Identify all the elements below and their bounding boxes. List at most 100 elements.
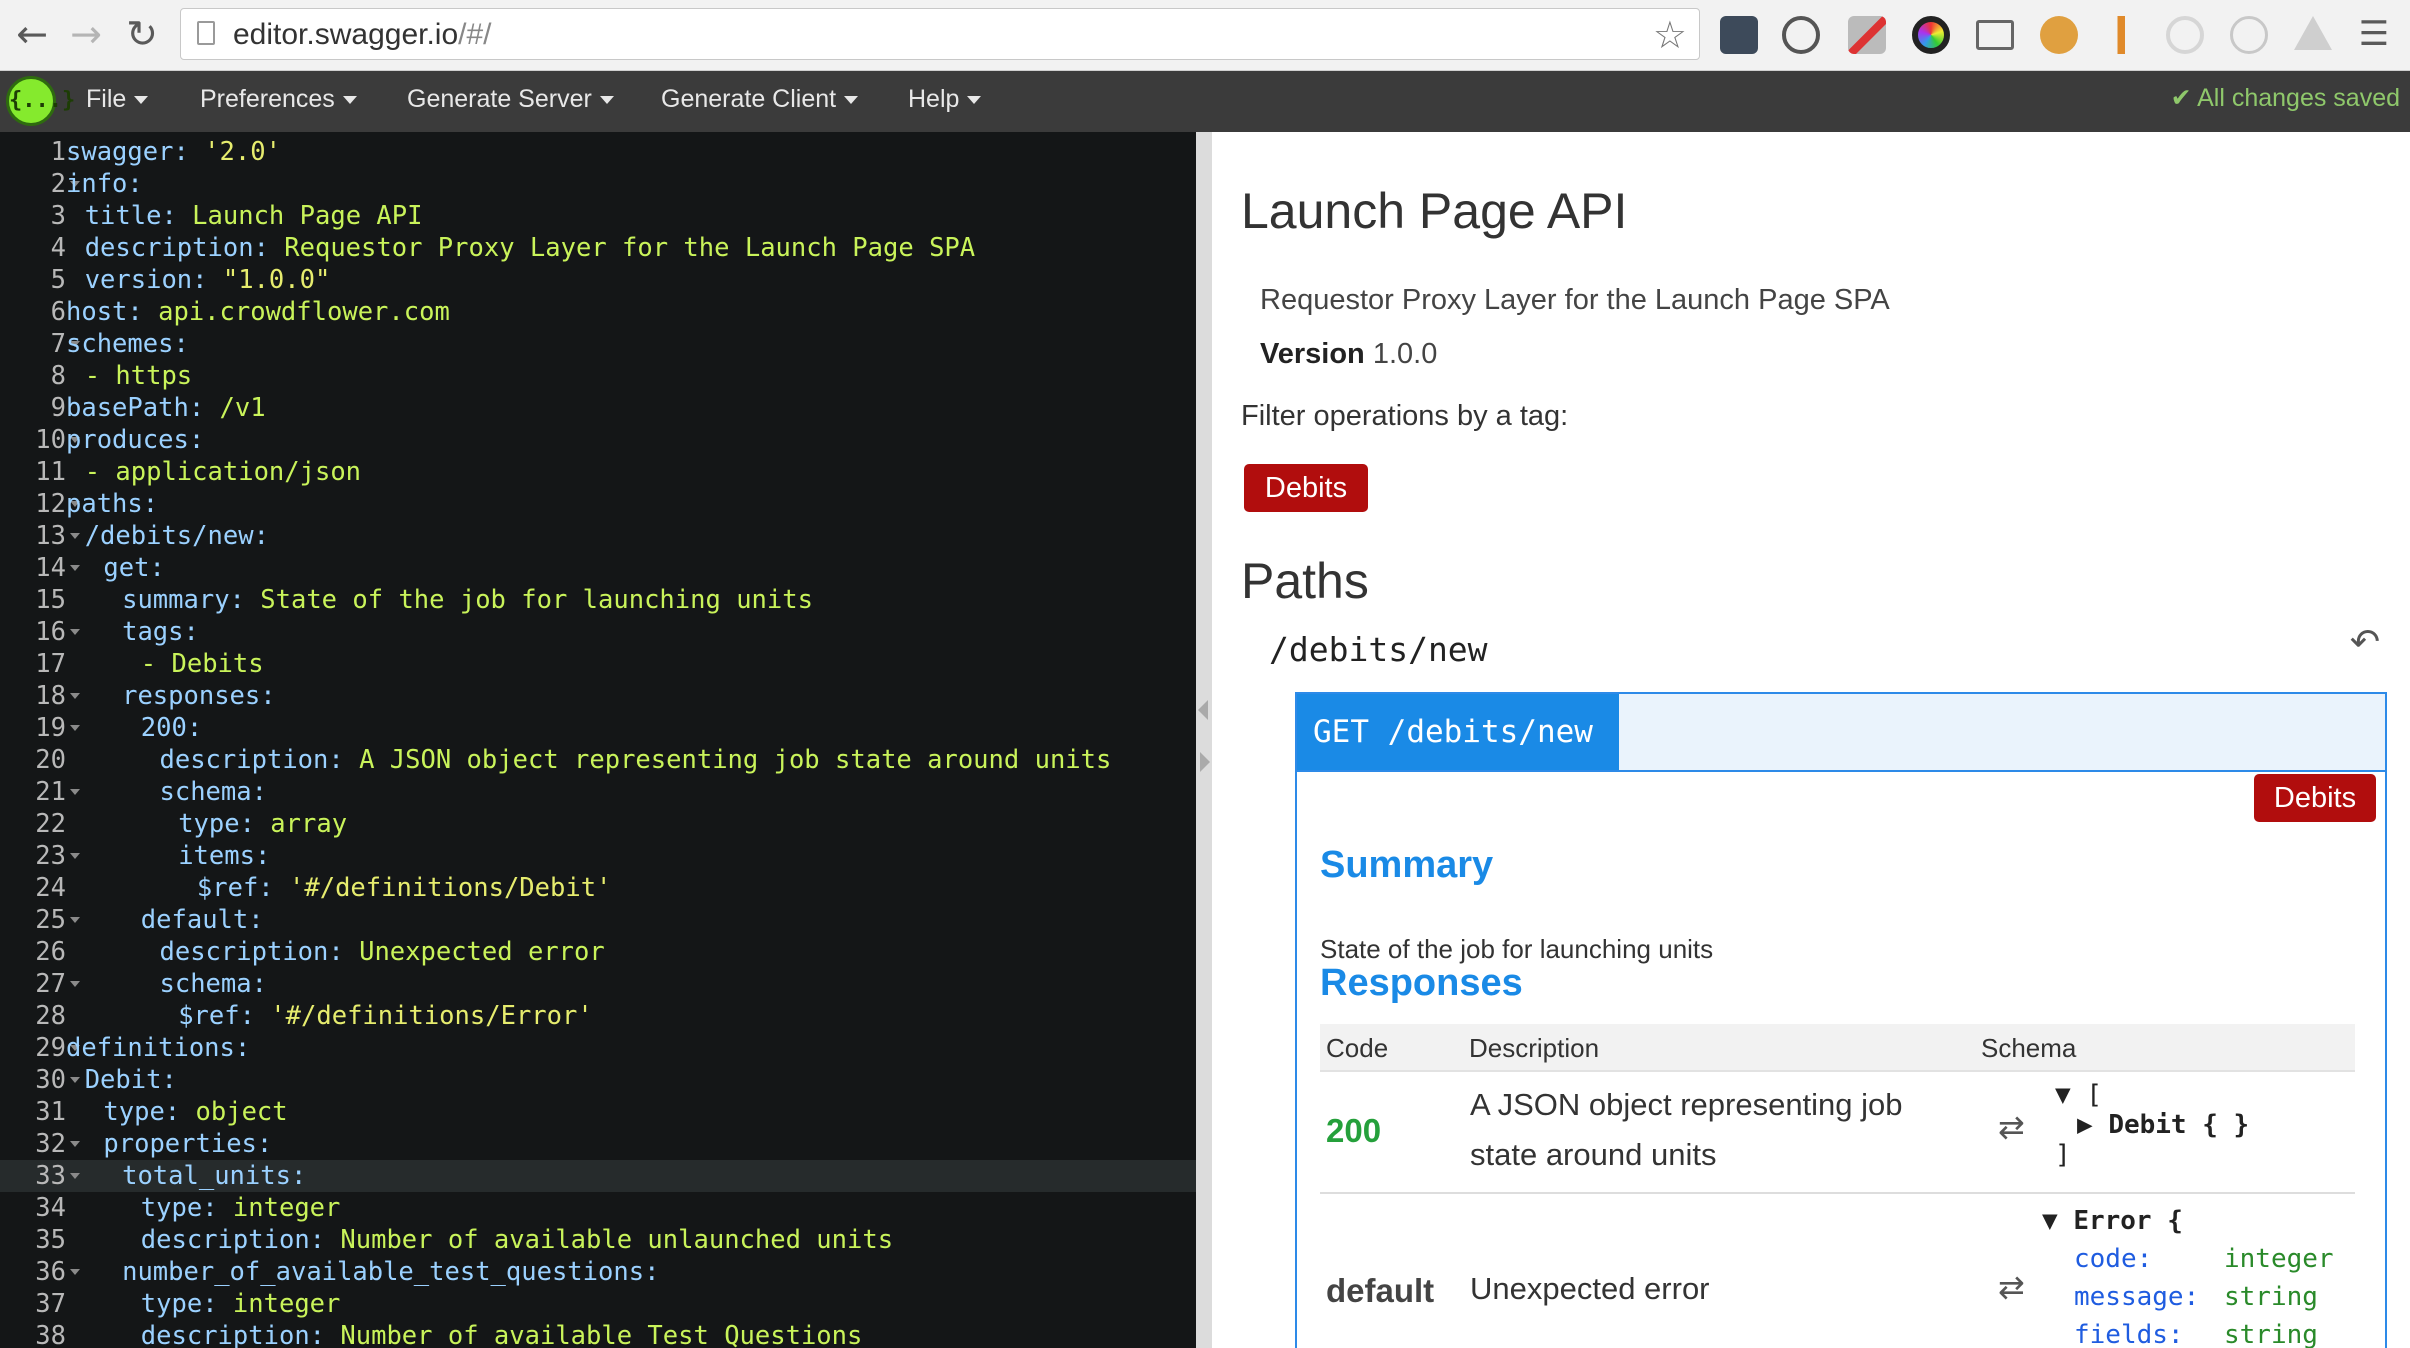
code-line[interactable]: 27 schema:	[0, 968, 1196, 1000]
code-line[interactable]: 3 title: Launch Page API	[0, 200, 1196, 232]
code-line[interactable]: 12 paths:	[0, 488, 1196, 520]
fold-arrow-icon[interactable]	[70, 725, 80, 731]
react-devtools-icon[interactable]	[2230, 16, 2268, 54]
code-line[interactable]: 15 summary: State of the job for launchin…	[0, 584, 1196, 616]
eyedropper-icon[interactable]	[1848, 16, 1886, 54]
yaml-editor[interactable]: 1 swagger: '2.0' 2 info: 3 title: Launch Page…	[0, 132, 1196, 1348]
path-name[interactable]: /debits/new	[1269, 630, 1488, 669]
cast-icon[interactable]	[1976, 20, 2014, 50]
fold-arrow-icon[interactable]	[70, 693, 80, 699]
fold-arrow-icon[interactable]	[70, 533, 80, 539]
code-line[interactable]: 38 description: Number of available Test …	[0, 1320, 1196, 1348]
url-path: /#/	[458, 18, 492, 51]
reload-icon[interactable]: ↻	[122, 14, 162, 54]
yaml-value: '#/definitions/Debit'	[273, 873, 612, 903]
code-line[interactable]: 26 description: Unexpected error	[0, 936, 1196, 968]
collapse-back-icon[interactable]: ↶	[2350, 622, 2380, 663]
code-line[interactable]: 35 description: Number of available unlau…	[0, 1224, 1196, 1256]
code-line[interactable]: 22 type: array	[0, 808, 1196, 840]
code-line[interactable]: 24 $ref: '#/definitions/Debit'	[0, 872, 1196, 904]
menu-generate-server[interactable]: Generate Server	[407, 85, 614, 114]
swap-arrows-icon[interactable]: ⇄	[1998, 1108, 2025, 1146]
menu-file[interactable]: File	[86, 85, 149, 114]
schema-item-line[interactable]: ▶ Debit { }	[2055, 1110, 2249, 1140]
code-line[interactable]: 1 swagger: '2.0'	[0, 136, 1196, 168]
code-line[interactable]: 10 produces:	[0, 424, 1196, 456]
code-line[interactable]: 30 Debit:	[0, 1064, 1196, 1096]
code-line[interactable]: 23 items:	[0, 840, 1196, 872]
operation-method-path[interactable]: GET /debits/new	[1297, 694, 1619, 770]
browser-menu-icon[interactable]: ☰	[2354, 14, 2394, 54]
fold-arrow-icon[interactable]	[70, 1173, 80, 1179]
code-line[interactable]: 14 get:	[0, 552, 1196, 584]
code-line[interactable]: 32 properties:	[0, 1128, 1196, 1160]
schema-error-title[interactable]: ▼ Error {	[2042, 1202, 2334, 1240]
bookmark-star-icon[interactable]: ☆	[1653, 13, 1687, 57]
response-code-200: 200	[1326, 1112, 1382, 1149]
menu-generate-client[interactable]: Generate Client	[661, 85, 859, 114]
code-line[interactable]: 33 total_units:	[0, 1160, 1196, 1192]
column-header-schema: Schema	[1981, 1033, 2077, 1063]
code-line[interactable]: 29 definitions:	[0, 1032, 1196, 1064]
code-line[interactable]: 7 schemes:	[0, 328, 1196, 360]
code-line[interactable]: 31 type: object	[0, 1096, 1196, 1128]
ruler-icon[interactable]	[2104, 16, 2142, 54]
back-arrow-icon[interactable]: ←	[12, 14, 52, 54]
filter-tag-debits[interactable]: Debits	[1244, 464, 1368, 512]
code-line[interactable]: 20 description: A JSON object representin…	[0, 744, 1196, 776]
fold-arrow-icon[interactable]	[70, 917, 80, 923]
extension-more-icon[interactable]	[1720, 16, 1758, 54]
operation-tag-debits[interactable]: Debits	[2254, 774, 2376, 822]
line-number: 37	[35, 1289, 66, 1319]
code-line[interactable]: 5 version: "1.0.0"	[0, 264, 1196, 296]
code-line[interactable]: 36 number_of_available_test_questions:	[0, 1256, 1196, 1288]
fold-arrow-icon[interactable]	[70, 629, 80, 635]
url-text[interactable]: editor.swagger.io/#/	[233, 18, 492, 52]
schema-field-type: string	[2224, 1282, 2318, 1312]
operation-header[interactable]: GET /debits/new	[1297, 694, 2385, 772]
code-line[interactable]: 11 - application/json	[0, 456, 1196, 488]
swap-arrows-icon[interactable]: ⇄	[1998, 1268, 2025, 1306]
schema-error-model[interactable]: ▼ Error { code: integer message: string fi…	[2042, 1202, 2334, 1348]
code-line[interactable]: 4 description: Requestor Proxy Layer for …	[0, 232, 1196, 264]
fold-arrow-icon[interactable]	[70, 789, 80, 795]
code-line[interactable]: 37 type: integer	[0, 1288, 1196, 1320]
code-line[interactable]: 16 tags:	[0, 616, 1196, 648]
code-line[interactable]: 8 - https	[0, 360, 1196, 392]
code-line[interactable]: 19 200:	[0, 712, 1196, 744]
drive-icon[interactable]	[2294, 16, 2332, 50]
code-line[interactable]: 9 basePath: /v1	[0, 392, 1196, 424]
code-line[interactable]: 2 info:	[0, 168, 1196, 200]
fold-arrow-icon[interactable]	[70, 1077, 80, 1083]
fold-arrow-icon[interactable]	[70, 853, 80, 859]
summary-text: State of the job for launching units	[1320, 934, 1714, 964]
code-line[interactable]: 17 - Debits	[0, 648, 1196, 680]
code-line[interactable]: 6 host: api.crowdflower.com	[0, 296, 1196, 328]
code-line[interactable]: 13/debits/new:	[0, 520, 1196, 552]
code-line[interactable]: 28 $ref: '#/definitions/Error'	[0, 1000, 1196, 1032]
schema-array-200[interactable]: ▼ [ ▶ Debit { } ]	[2055, 1080, 2249, 1170]
collapse-right-icon[interactable]	[1200, 752, 1210, 772]
code-text: $ref: '#/definitions/Error'	[178, 1000, 593, 1032]
code-line[interactable]: 21 schema:	[0, 776, 1196, 808]
pane-splitter[interactable]	[1196, 132, 1212, 1348]
extension-refresh-icon[interactable]	[2166, 16, 2204, 54]
fold-arrow-icon[interactable]	[70, 981, 80, 987]
yaml-key: swagger:	[66, 137, 189, 167]
yaml-key: paths:	[66, 489, 159, 519]
color-wheel-icon[interactable]	[1912, 16, 1950, 54]
fold-arrow-icon[interactable]	[70, 1269, 80, 1275]
fold-arrow-icon[interactable]	[70, 1141, 80, 1147]
code-text: default:	[141, 904, 264, 936]
extension-sync-icon[interactable]	[1782, 16, 1820, 54]
menu-preferences[interactable]: Preferences	[200, 85, 357, 114]
menu-help[interactable]: Help	[908, 85, 982, 114]
forward-arrow-icon[interactable]: →	[66, 14, 106, 54]
code-line[interactable]: 25 default:	[0, 904, 1196, 936]
address-bar[interactable]: editor.swagger.io/#/ ☆	[180, 8, 1700, 60]
code-line[interactable]: 34 type: integer	[0, 1192, 1196, 1224]
code-line[interactable]: 18 responses:	[0, 680, 1196, 712]
fold-arrow-icon[interactable]	[70, 565, 80, 571]
cookie-icon[interactable]	[2040, 16, 2078, 54]
collapse-left-icon[interactable]	[1198, 700, 1208, 720]
